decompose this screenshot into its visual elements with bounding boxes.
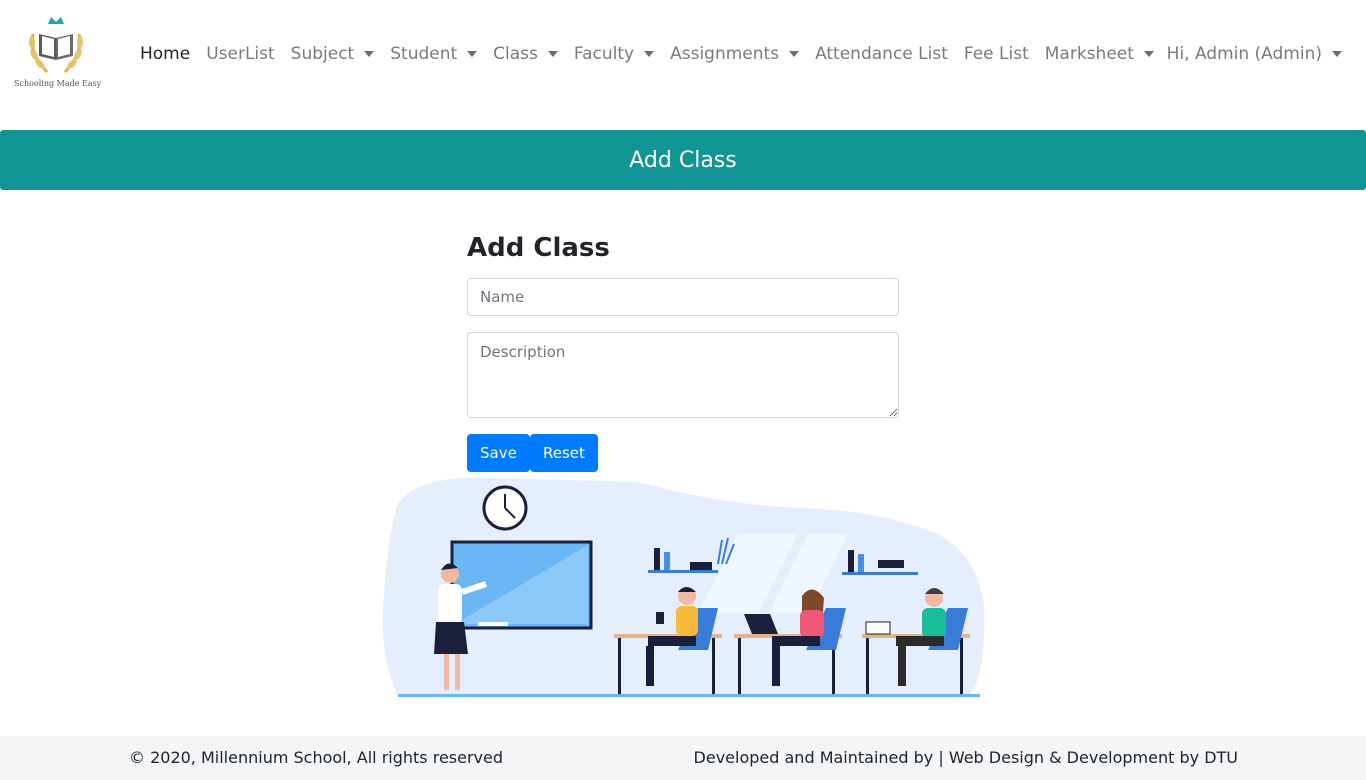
user-greeting: Hi, Admin (Admin) [1166,44,1322,64]
name-input[interactable] [467,278,899,316]
brand-logo[interactable]: Schooling Made Easy [14,14,102,94]
form-title: Add Class [467,233,610,263]
nav-assignments-label: Assignments [670,44,780,64]
user-menu-dropdown[interactable]: Hi, Admin (Admin) [1167,38,1342,70]
nav-home[interactable]: Home [132,44,198,64]
caret-down-icon [364,51,375,57]
brand-tagline: Schooling Made Easy [14,79,102,88]
reset-button[interactable]: Reset [530,434,598,472]
nav-subject-label: Subject [290,44,355,64]
nav-class-label: Class [493,44,538,64]
nav-assignments-dropdown[interactable]: Assignments [662,44,807,64]
main-nav: Home UserList Subject Student Class Facu… [132,38,1162,70]
banner-title: Add Class [629,147,737,173]
navbar: Schooling Made Easy Home UserList Subjec… [0,0,1366,108]
nav-userlist[interactable]: UserList [198,44,282,64]
caret-down-icon [547,51,558,57]
footer-copyright: © 2020, Millennium School, All rights re… [129,748,504,767]
nav-marksheet-label: Marksheet [1044,44,1134,64]
nav-userlist-label: UserList [206,44,275,64]
save-button[interactable]: Save [467,434,530,472]
nav-attendance-list[interactable]: Attendance List [807,44,956,64]
nav-student-label: Student [390,44,458,64]
classroom-illustration [378,474,994,700]
caret-down-icon [644,51,655,57]
nav-student-dropdown[interactable]: Student [382,44,485,64]
caret-down-icon [1332,51,1342,57]
description-textarea[interactable] [467,332,899,418]
nav-faculty-label: Faculty [573,44,635,64]
caret-down-icon [1143,51,1154,57]
caret-down-icon [467,51,478,57]
nav-home-label: Home [140,44,191,64]
nav-faculty-dropdown[interactable]: Faculty [566,44,662,64]
nav-fee-label: Fee List [963,44,1029,64]
nav-marksheet-dropdown[interactable]: Marksheet [1037,44,1162,64]
nav-subject-dropdown[interactable]: Subject [283,44,383,64]
nav-attendance-label: Attendance List [815,44,948,64]
footer-credit: Developed and Maintained by | Web Design… [693,748,1238,767]
page-banner: Add Class [0,130,1366,190]
nav-class-dropdown[interactable]: Class [485,44,566,64]
caret-down-icon [789,51,800,57]
nav-fee-list[interactable]: Fee List [956,44,1037,64]
footer: © 2020, Millennium School, All rights re… [0,736,1366,780]
crowned-open-book-laurel-icon [29,17,83,74]
add-class-form: Add Class Save Reset [467,228,899,472]
